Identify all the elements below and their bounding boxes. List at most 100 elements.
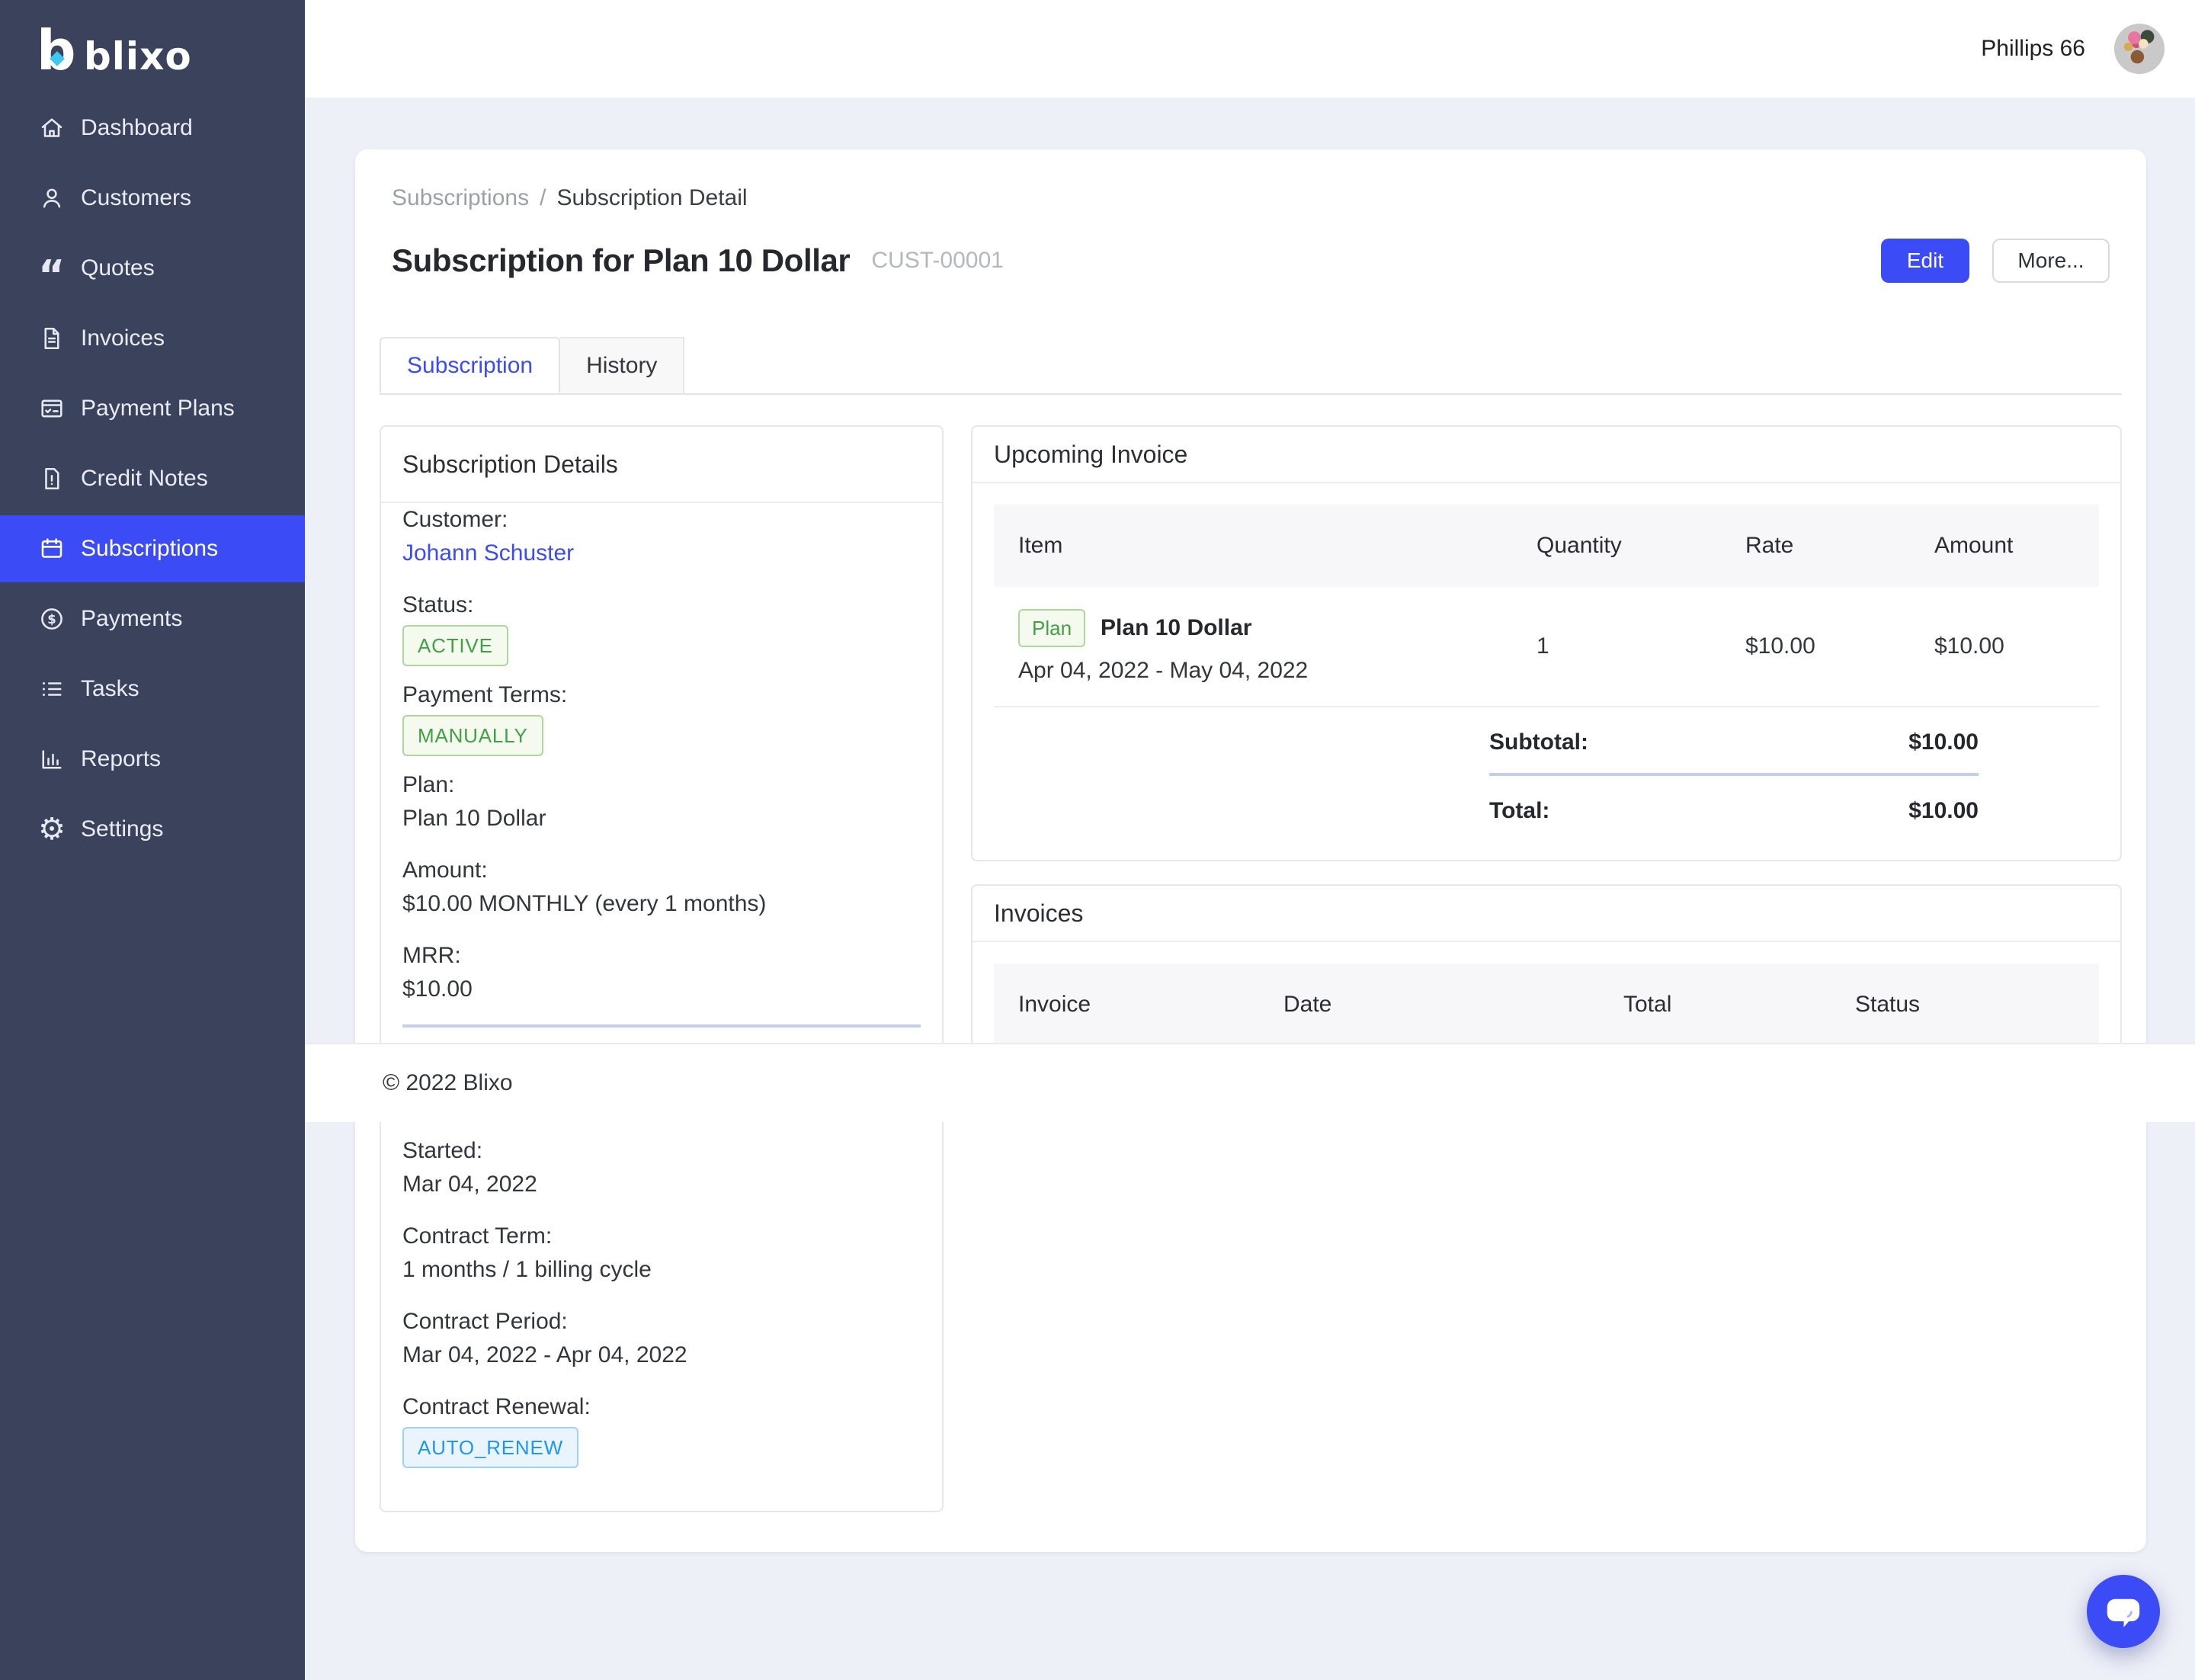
payment-terms-badge: MANUALLY: [402, 715, 543, 756]
field-label: Payment Terms:: [402, 678, 921, 712]
field-label: Contract Renewal:: [402, 1390, 921, 1424]
sidebar-item-payment-plans[interactable]: Payment Plans: [0, 375, 305, 442]
footer: © 2022 Blixo: [305, 1043, 2195, 1122]
field-contract-term: Contract Term: 1 months / 1 billing cycl…: [402, 1220, 921, 1287]
sidebar-item-label: Settings: [81, 816, 163, 842]
column-header-quantity: Quantity: [1515, 533, 1721, 559]
item-period: Apr 04, 2022 - May 04, 2022: [1018, 658, 1515, 684]
column-header-amount: Amount: [1910, 533, 2099, 559]
table-row: Plan Plan 10 Dollar Apr 04, 2022 - May 0…: [994, 587, 2099, 707]
chat-bubble-icon: [2104, 1592, 2143, 1631]
person-icon: [38, 184, 66, 212]
calendar-icon: [38, 535, 66, 563]
sidebar-item-label: Subscriptions: [81, 536, 218, 562]
tab-bar: Subscription History: [380, 337, 2122, 395]
sidebar-item-label: Payment Plans: [81, 396, 235, 422]
item-cell: Plan Plan 10 Dollar Apr 04, 2022 - May 0…: [994, 591, 1515, 702]
item-name: Plan 10 Dollar: [1101, 615, 1251, 641]
more-button[interactable]: More...: [1992, 239, 2110, 283]
amount-cell: $10.00: [1910, 633, 2099, 659]
field-label: Plan:: [402, 768, 921, 802]
sidebar-item-quotes[interactable]: “ Quotes: [0, 235, 305, 302]
quote-icon: “: [38, 268, 66, 284]
subscription-details-title: Subscription Details: [381, 427, 942, 503]
chat-launcher-button[interactable]: [2087, 1575, 2160, 1648]
sidebar-item-invoices[interactable]: Invoices: [0, 305, 305, 372]
field-amount: Amount: $10.00 MONTHLY (every 1 months): [402, 854, 921, 921]
totals-divider: [1489, 773, 1979, 776]
upcoming-invoice-title: Upcoming Invoice: [973, 427, 2120, 483]
total-label: Total:: [1489, 794, 1549, 828]
sidebar-item-dashboard[interactable]: Dashboard: [0, 95, 305, 162]
rate-cell: $10.00: [1721, 633, 1910, 659]
breadcrumb-parent[interactable]: Subscriptions: [392, 185, 529, 210]
sidebar-item-label: Dashboard: [81, 115, 193, 141]
copyright-text: © 2022 Blixo: [383, 1070, 513, 1096]
sidebar: b blixo Dashboard Customers “ Quotes Inv…: [0, 0, 305, 1680]
field-label: Amount:: [402, 854, 921, 887]
breadcrumb-separator: /: [540, 185, 546, 210]
sidebar-item-payments[interactable]: $ Payments: [0, 585, 305, 652]
tab-subscription[interactable]: Subscription: [380, 337, 560, 393]
tab-content: Subscription Details Customer: Johann Sc…: [380, 425, 2122, 1512]
breadcrumb-current: Subscription Detail: [556, 185, 747, 210]
field-label: MRR:: [402, 939, 921, 973]
customer-link[interactable]: Johann Schuster: [402, 537, 921, 570]
invoices-panel: Invoices Invoice Date Total Status: [971, 884, 2122, 1058]
note-alert-icon: [38, 465, 66, 492]
field-payment-terms: Payment Terms: MANUALLY: [402, 678, 921, 756]
column-header-invoice: Invoice: [994, 992, 1259, 1018]
column-header-rate: Rate: [1721, 533, 1910, 559]
field-value: $10.00: [402, 973, 921, 1006]
bar-chart-icon: [38, 745, 66, 773]
edit-button[interactable]: Edit: [1881, 239, 1969, 283]
field-status: Status: ACTIVE: [402, 588, 921, 666]
page-title: Subscription for Plan 10 Dollar: [392, 242, 850, 279]
document-icon: [38, 325, 66, 352]
logo-b-icon: b: [37, 24, 70, 79]
sidebar-item-label: Tasks: [81, 676, 139, 702]
avatar[interactable]: [2114, 24, 2165, 74]
list-icon: [38, 675, 66, 703]
svg-text:$: $: [47, 612, 56, 627]
app-root: b blixo Dashboard Customers “ Quotes Inv…: [0, 0, 2195, 1680]
customer-code: CUST-00001: [871, 248, 1003, 274]
field-value: 1 months / 1 billing cycle: [402, 1253, 921, 1287]
sidebar-item-reports[interactable]: Reports: [0, 726, 305, 793]
sidebar-item-customers[interactable]: Customers: [0, 165, 305, 232]
sidebar-item-label: Invoices: [81, 325, 165, 351]
upcoming-invoice-header-row: Item Quantity Rate Amount: [994, 505, 2099, 587]
total-row: Total: $10.00: [1489, 794, 1979, 828]
quantity-cell: 1: [1515, 633, 1721, 659]
tab-history[interactable]: History: [560, 337, 684, 393]
upcoming-invoice-table: Item Quantity Rate Amount Plan Plan 10 D…: [973, 483, 2120, 828]
sidebar-item-subscriptions[interactable]: Subscriptions: [0, 515, 305, 582]
sidebar-item-label: Reports: [81, 746, 161, 772]
sidebar-item-label: Quotes: [81, 255, 155, 281]
subscription-details-body: Customer: Johann Schuster Status: ACTIVE…: [381, 503, 942, 1502]
sidebar-item-settings[interactable]: ⚙ Settings: [0, 796, 305, 863]
user-name[interactable]: Phillips 66: [1981, 36, 2085, 62]
contract-renewal-badge: AUTO_RENEW: [402, 1427, 578, 1468]
field-label: Contract Term:: [402, 1220, 921, 1253]
invoices-title: Invoices: [973, 886, 2120, 942]
logo[interactable]: b blixo: [0, 0, 305, 79]
breadcrumb: Subscriptions / Subscription Detail: [392, 183, 2122, 213]
sidebar-item-tasks[interactable]: Tasks: [0, 656, 305, 723]
invoices-table: Invoice Date Total Status: [973, 942, 2120, 1046]
field-label: Started:: [402, 1134, 921, 1168]
sidebar-nav: Dashboard Customers “ Quotes Invoices Pa…: [0, 95, 305, 863]
sidebar-item-credit-notes[interactable]: Credit Notes: [0, 445, 305, 512]
field-value: $10.00 MONTHLY (every 1 months): [402, 887, 921, 921]
upcoming-invoice-panel: Upcoming Invoice Item Quantity Rate Amou…: [971, 425, 2122, 861]
subtotal-row: Subtotal: $10.00: [1489, 726, 1979, 759]
field-value: Mar 04, 2022 - Apr 04, 2022: [402, 1339, 921, 1372]
field-label: Contract Period:: [402, 1305, 921, 1339]
field-contract-renewal: Contract Renewal: AUTO_RENEW: [402, 1390, 921, 1468]
field-plan: Plan: Plan 10 Dollar: [402, 768, 921, 835]
dollar-circle-icon: $: [38, 605, 66, 633]
logo-wordmark: blixo: [84, 34, 192, 79]
totals-block: Subtotal: $10.00 Total: $10.00: [1489, 726, 1979, 828]
field-value: Plan 10 Dollar: [402, 802, 921, 835]
subtotal-label: Subtotal:: [1489, 726, 1588, 759]
